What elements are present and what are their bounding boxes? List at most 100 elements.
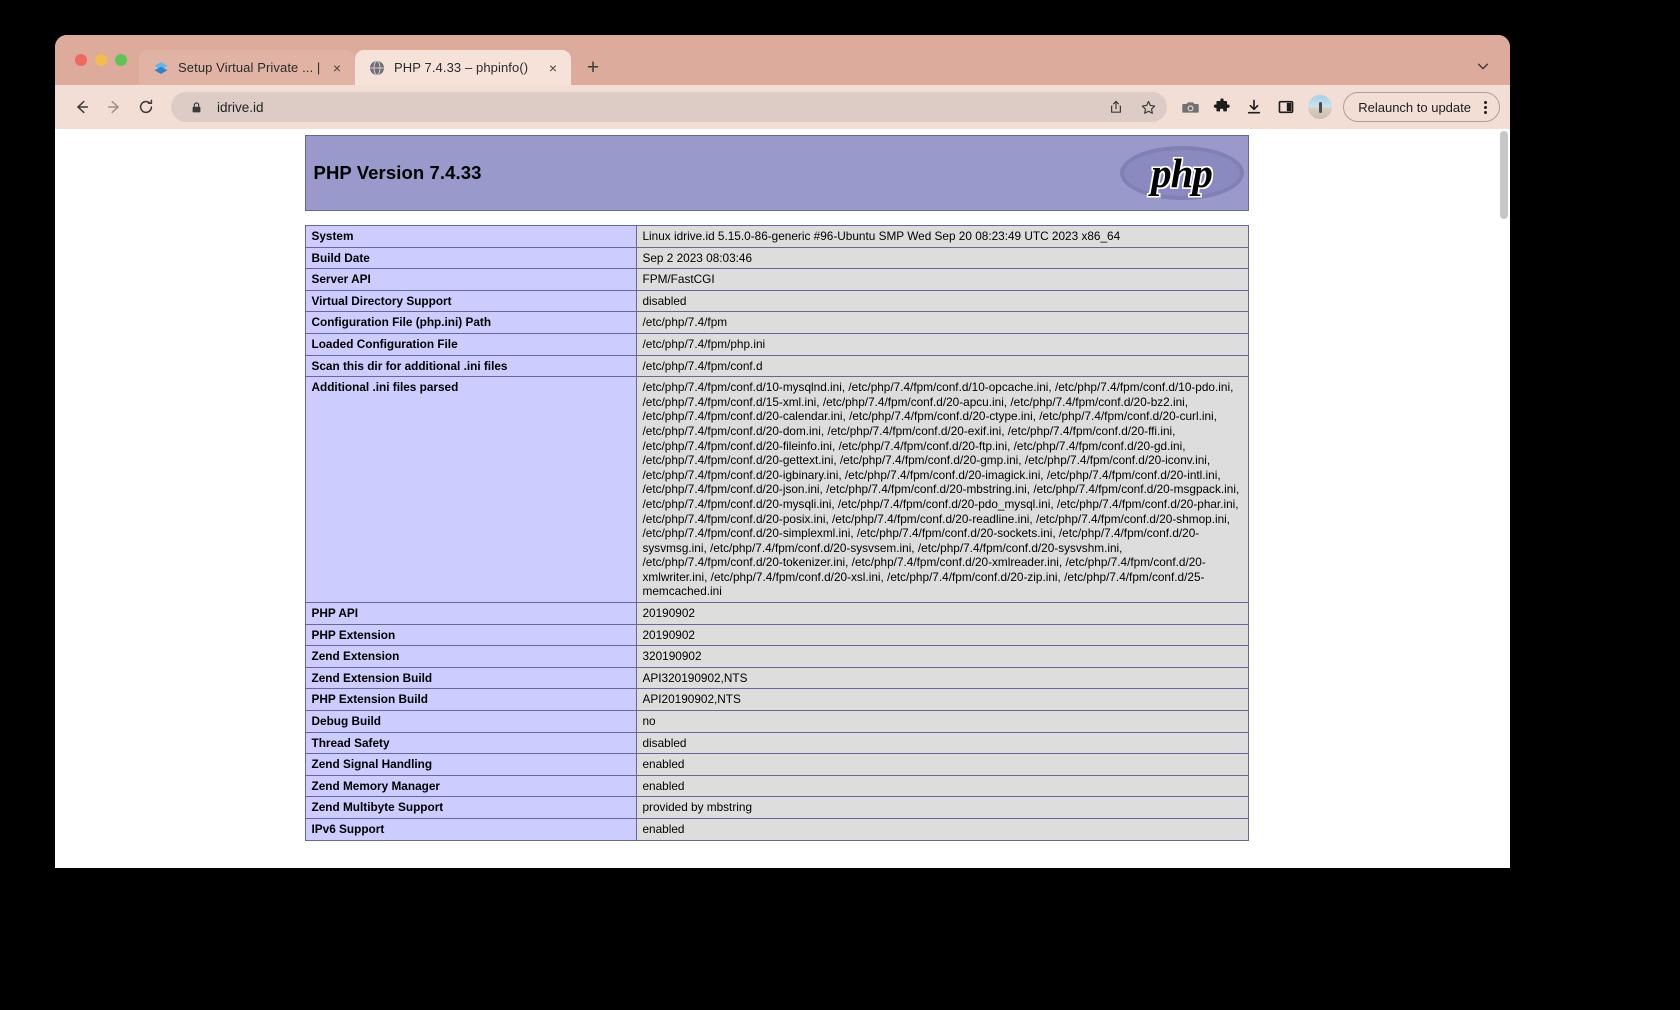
tab-list-chevron-down-icon[interactable] — [1472, 55, 1494, 77]
table-row: Loaded Configuration File/etc/php/7.4/fp… — [304, 332, 1249, 356]
table-cell-key: Debug Build — [304, 710, 637, 733]
phpinfo-header: PHP Version 7.4.33 php — [304, 135, 1249, 211]
page-content: PHP Version 7.4.33 php System Linux idriv… — [55, 129, 1498, 841]
tab-close-icon[interactable]: × — [329, 60, 345, 76]
window-close-button[interactable] — [75, 54, 87, 66]
php-logo-text: php — [1151, 150, 1213, 196]
phpinfo-document: PHP Version 7.4.33 php System Linux idriv… — [304, 135, 1249, 841]
tab-close-icon[interactable]: × — [545, 60, 561, 76]
page-scrollbar-thumb[interactable] — [1500, 131, 1508, 219]
table-cell-key: PHP Extension Build — [304, 688, 637, 712]
table-cell-key: Additional .ini files parsed — [304, 376, 637, 604]
table-cell-key: PHP Extension — [304, 623, 637, 647]
table-row: IPv6 Support enabled — [304, 818, 1249, 841]
lock-icon — [185, 96, 207, 118]
phpinfo-table-body: System Linux idrive.id 5.15.0-86-generic … — [304, 225, 1249, 841]
extensions-puzzle-icon[interactable] — [1207, 92, 1237, 122]
page-viewport: PHP Version 7.4.33 php System Linux idriv… — [55, 129, 1510, 868]
table-cell-value: disabled — [635, 731, 1249, 755]
table-row: Configuration File (php.ini) Path/etc/ph… — [304, 311, 1249, 334]
table-cell-value: enabled — [635, 774, 1249, 798]
table-row: PHP Extension 20190902 — [304, 623, 1249, 647]
table-cell-key: Loaded Configuration File — [304, 332, 637, 356]
table-cell-value: /etc/php/7.4/fpm/php.ini — [635, 332, 1249, 356]
bookmark-star-icon[interactable] — [1137, 96, 1159, 118]
table-row: Zend Multibyte Support provided by mbstri… — [304, 796, 1249, 819]
table-cell-key: Zend Extension — [304, 645, 637, 668]
table-cell-value: Linux idrive.id 5.15.0-86-generic #96-Ub… — [635, 225, 1249, 248]
table-cell-key: Zend Multibyte Support — [304, 796, 637, 819]
php-favicon-icon — [369, 60, 385, 76]
profile-avatar[interactable] — [1308, 95, 1333, 119]
table-cell-key: Server API — [304, 268, 637, 291]
page-scrollbar[interactable] — [1498, 129, 1510, 868]
tab-title: Setup Virtual Private ... | Book — [178, 60, 320, 75]
table-cell-key: PHP API — [304, 602, 637, 625]
table-cell-key: Scan this dir for additional .ini files — [304, 354, 637, 378]
table-cell-key: Build Date — [304, 246, 637, 270]
site-favicon-icon — [153, 60, 169, 76]
phpinfo-core-table: System Linux idrive.id 5.15.0-86-generic … — [304, 225, 1249, 841]
table-row: Virtual Directory Support disabled — [304, 289, 1249, 313]
table-cell-value: 20190902 — [635, 602, 1249, 625]
relaunch-label: Relaunch to update — [1358, 99, 1471, 115]
tab-strip: Setup Virtual Private ... | Book × PHP 7… — [55, 35, 1510, 85]
table-cell-value: 20190902 — [635, 623, 1249, 647]
table-cell-value: no — [635, 710, 1249, 733]
table-cell-value: enabled — [635, 818, 1249, 841]
table-cell-value: disabled — [635, 289, 1249, 313]
table-cell-key: IPv6 Support — [304, 818, 637, 841]
table-cell-value: 320190902 — [635, 645, 1249, 668]
table-row: Zend Memory Manager enabled — [304, 774, 1249, 798]
php-logo: php — [1119, 140, 1244, 206]
table-cell-value: /etc/php/7.4/fpm — [635, 311, 1249, 334]
reload-button[interactable] — [131, 92, 161, 122]
table-cell-key: Thread Safety — [304, 731, 637, 755]
table-row: Zend Signal Handling enabled — [304, 753, 1249, 776]
table-row: PHP API 20190902 — [304, 602, 1249, 625]
table-row: Zend Extension Build API320190902,NTS — [304, 666, 1249, 690]
table-cell-value: Sep 2 2023 08:03:46 — [635, 246, 1249, 270]
camera-icon[interactable] — [1175, 92, 1205, 122]
table-cell-value: provided by mbstring — [635, 796, 1249, 819]
table-cell-key: Zend Extension Build — [304, 666, 637, 690]
table-row: Additional .ini files parsed/etc/php/7.4… — [304, 376, 1249, 604]
table-cell-key: Virtual Directory Support — [304, 289, 637, 313]
table-row: Server API FPM/FastCGI — [304, 268, 1249, 291]
side-panel-icon[interactable] — [1271, 92, 1301, 122]
php-version-title: PHP Version 7.4.33 — [313, 162, 482, 183]
tab-phpinfo[interactable]: PHP 7.4.33 – phpinfo() × — [355, 50, 571, 85]
window-minimize-button[interactable] — [95, 54, 107, 66]
window-maximize-button[interactable] — [115, 54, 127, 66]
table-row: Debug Build no — [304, 710, 1249, 733]
table-row: System Linux idrive.id 5.15.0-86-generic … — [304, 225, 1249, 248]
table-row: PHP Extension Build API20190902,NTS — [304, 688, 1249, 712]
forward-button[interactable] — [99, 92, 129, 122]
back-button[interactable] — [67, 92, 97, 122]
table-row: Zend Extension 320190902 — [304, 645, 1249, 668]
browser-toolbar: idrive.id Relaunch to update — [55, 85, 1510, 129]
kebab-menu-icon[interactable] — [1477, 98, 1493, 116]
table-cell-key: Configuration File (php.ini) Path — [304, 311, 637, 334]
table-cell-key: Zend Signal Handling — [304, 753, 637, 776]
relaunch-to-update-button[interactable]: Relaunch to update — [1343, 92, 1500, 122]
table-row: Build Date Sep 2 2023 08:03:46 — [304, 246, 1249, 270]
table-row: Thread Safety disabled — [304, 731, 1249, 755]
share-icon[interactable] — [1105, 96, 1127, 118]
browser-window: Setup Virtual Private ... | Book × PHP 7… — [55, 35, 1510, 868]
tab-setup-virtual-private[interactable]: Setup Virtual Private ... | Book × — [139, 50, 355, 85]
table-cell-value: enabled — [635, 753, 1249, 776]
downloads-icon[interactable] — [1239, 92, 1269, 122]
tab-title: PHP 7.4.33 – phpinfo() — [394, 60, 529, 75]
table-cell-value: FPM/FastCGI — [635, 268, 1249, 291]
window-controls — [69, 35, 139, 85]
address-bar-url: idrive.id — [217, 99, 264, 115]
table-row: Scan this dir for additional .ini files /… — [304, 354, 1249, 378]
table-cell-key: Zend Memory Manager — [304, 774, 637, 798]
table-cell-value: API20190902,NTS — [635, 688, 1249, 712]
address-bar[interactable]: idrive.id — [171, 92, 1168, 122]
new-tab-button[interactable]: + — [579, 53, 607, 81]
table-cell-value: API320190902,NTS — [635, 666, 1249, 690]
table-cell-key: System — [304, 225, 637, 248]
table-cell-value: /etc/php/7.4/fpm/conf.d/10-mysqlnd.ini, … — [635, 376, 1249, 604]
